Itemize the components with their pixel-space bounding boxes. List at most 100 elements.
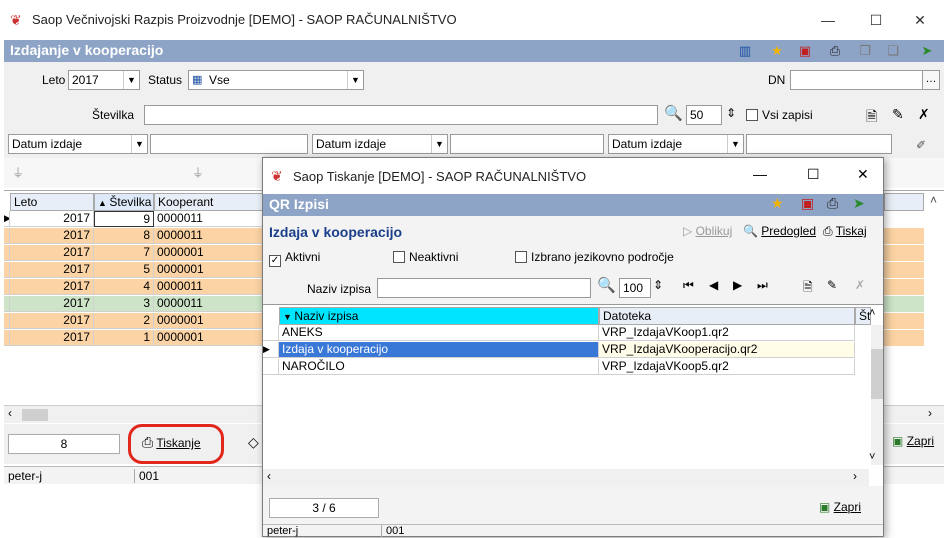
table-cell: 0000001: [154, 245, 264, 261]
scroll-left-icon[interactable]: ‹: [8, 406, 12, 420]
table-cell: 0000001: [154, 330, 264, 346]
date-input-3[interactable]: [746, 134, 892, 154]
chevron-down-icon: ▼: [347, 71, 363, 89]
report-row[interactable]: NAROČILO VRP_IzdajaVKoop5.qr2: [263, 359, 869, 375]
leto-select[interactable]: 2017 ▼: [68, 70, 140, 90]
scroll-right-icon[interactable]: ›: [853, 469, 857, 483]
aktivni-checkbox[interactable]: ✓ Aktivni: [269, 250, 320, 267]
vsi-zapisi-checkbox[interactable]: Vsi zapisi: [746, 108, 813, 122]
row-indicator: ▶: [263, 342, 279, 358]
table-cell: 1: [94, 330, 154, 346]
scroll-left-icon[interactable]: ‹: [267, 469, 271, 483]
preview-icon: 🔍: [743, 224, 762, 238]
izbrano-checkbox[interactable]: Izbrano jezikovno področje: [515, 250, 674, 264]
filter-icon[interactable]: ⏚: [12, 164, 24, 181]
filter-bar: Leto 2017 ▼ Status Vse ▦ ▼ DN …: [4, 62, 944, 98]
oblikuj-button[interactable]: ▷ Oblikuj: [683, 224, 732, 238]
first-icon[interactable]: ⏮: [683, 278, 694, 293]
columns-icon[interactable]: ▥: [736, 42, 754, 60]
favorite-star-icon[interactable]: ★: [768, 42, 786, 60]
dialog-count-input[interactable]: 100: [619, 278, 651, 298]
table-cell: 2017: [10, 211, 94, 227]
dn-input[interactable]: [790, 70, 924, 90]
dn-browse-button[interactable]: …: [922, 70, 940, 90]
paste-icon[interactable]: ❏: [884, 42, 902, 60]
date-filter-3[interactable]: Datum izdaje ▼: [608, 134, 744, 154]
dialog-header: QR Izpisi ★ ▣ ⎙ ➤: [263, 194, 883, 216]
column-header-stevilka[interactable]: ▲ Številka: [94, 193, 154, 211]
report-grid: ▼ Naziv izpisa Datoteka Št ANEKS VRP_Izda…: [263, 304, 883, 487]
column-header-naziv[interactable]: ▼ Naziv izpisa: [279, 307, 599, 325]
scroll-up-icon[interactable]: ˄: [869, 307, 875, 319]
printer-icon[interactable]: ⎙: [826, 42, 844, 60]
delete-icon[interactable]: ✗: [918, 106, 930, 123]
app-logo-icon: ❦: [271, 168, 283, 184]
dialog-minimize-button[interactable]: —: [753, 166, 767, 182]
filter-icon[interactable]: ⏚: [192, 164, 204, 181]
zapri-button[interactable]: ▣ Zapri: [892, 434, 934, 448]
naziv-input[interactable]: [377, 278, 591, 298]
chevron-down-icon: ▼: [727, 135, 743, 153]
edit-icon[interactable]: ✎: [827, 278, 837, 292]
delete-icon[interactable]: ✗: [855, 278, 865, 292]
dialog-close-button[interactable]: ✕: [857, 166, 869, 183]
last-icon[interactable]: ⏭: [757, 278, 768, 293]
date-filter-2[interactable]: Datum izdaje ▼: [312, 134, 448, 154]
edit-icon[interactable]: ✎: [892, 106, 904, 123]
column-header-leto[interactable]: Leto: [10, 193, 94, 211]
prev-icon[interactable]: ◀: [709, 278, 718, 292]
count-input[interactable]: 50: [686, 105, 722, 125]
report-row[interactable]: ANEKS VRP_IzdajaVKoop1.qr2: [263, 325, 869, 341]
column-header-extra[interactable]: [884, 193, 924, 211]
stepper-icon[interactable]: ⇕: [726, 106, 736, 120]
minimize-button[interactable]: —: [808, 6, 848, 34]
scroll-down-icon[interactable]: ˅: [869, 451, 875, 463]
next-icon[interactable]: ▶: [733, 278, 742, 292]
export-icon[interactable]: ▣: [801, 195, 814, 212]
scroll-thumb[interactable]: [22, 409, 48, 421]
table-cell: 0000011: [154, 296, 264, 312]
dialog-horizontal-scrollbar[interactable]: ‹ ›: [263, 469, 869, 487]
neaktivni-checkbox[interactable]: Neaktivni: [393, 250, 458, 264]
exit-icon[interactable]: ➤: [853, 195, 865, 212]
copy-icon[interactable]: ❐: [856, 42, 874, 60]
scroll-thumb[interactable]: [871, 349, 883, 399]
maximize-button[interactable]: ☐: [856, 6, 896, 34]
search-icon[interactable]: 🔍: [597, 276, 616, 294]
column-header-kooperant[interactable]: Kooperant: [154, 193, 264, 211]
eraser-icon[interactable]: ◇: [248, 434, 259, 451]
vertical-scrollbar[interactable]: [871, 325, 883, 465]
date-input-2[interactable]: [450, 134, 604, 154]
predogled-button[interactable]: 🔍 Predogled: [743, 224, 816, 238]
tiskanje-highlight: [128, 424, 224, 464]
eraser-icon[interactable]: ✐: [916, 138, 926, 152]
table-cell: 7: [94, 245, 154, 261]
export-icon[interactable]: ▣: [796, 42, 814, 60]
stepper-icon[interactable]: ⇕: [653, 278, 663, 292]
search-icon[interactable]: 🔍: [664, 104, 683, 122]
printers-icon[interactable]: ⎙: [827, 195, 838, 212]
scroll-right-icon[interactable]: ›: [928, 406, 932, 420]
new-doc-icon[interactable]: 🗎: [866, 106, 877, 130]
table-cell: 2: [94, 313, 154, 329]
dialog-zapri-button[interactable]: ▣ Zapri: [819, 500, 861, 514]
date-filter-1[interactable]: Datum izdaje ▼: [8, 134, 148, 154]
door-icon: ▣: [819, 500, 834, 514]
table-cell: 2017: [10, 228, 94, 244]
column-header-datoteka[interactable]: Datoteka: [599, 307, 855, 325]
row-indicator: [263, 325, 279, 341]
report-grid-body: ANEKS VRP_IzdajaVKoop1.qr2 ▶ Izdaja v koope…: [263, 325, 869, 405]
close-button[interactable]: ✕: [900, 6, 940, 34]
favorite-star-icon[interactable]: ★: [771, 195, 784, 212]
date-input-1[interactable]: [150, 134, 308, 154]
dialog-maximize-button[interactable]: ☐: [807, 166, 820, 183]
report-row[interactable]: ▶ Izdaja v kooperacijo VRP_IzdajaVKooperac…: [263, 342, 869, 358]
new-doc-icon[interactable]: 🗎: [803, 278, 813, 299]
report-name-cell: ANEKS: [279, 325, 599, 341]
status-select[interactable]: Vse ▦ ▼: [188, 70, 364, 90]
exit-icon[interactable]: ➤: [918, 42, 936, 60]
table-cell: 0000011: [154, 211, 264, 227]
stevilka-input[interactable]: [144, 105, 658, 125]
scroll-up-icon[interactable]: ˄: [930, 193, 937, 207]
tiskaj-button[interactable]: ⎙ Tiskaj: [823, 224, 867, 239]
